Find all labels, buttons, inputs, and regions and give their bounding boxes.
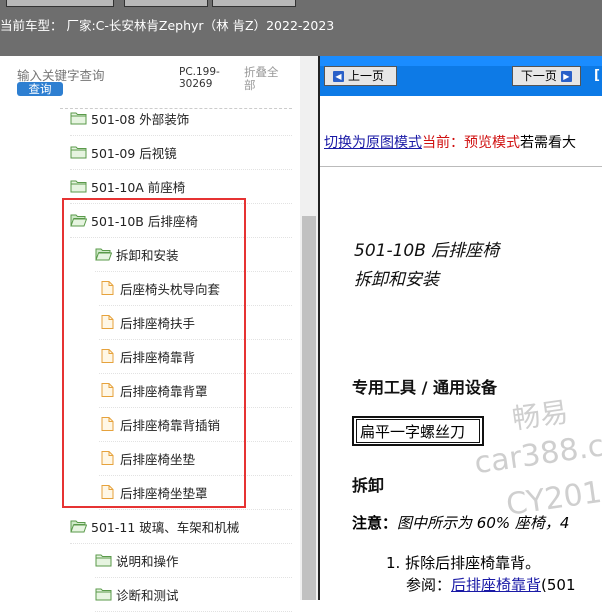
next-page-button[interactable]: 下一页 ▶ (512, 66, 581, 86)
tree-item[interactable]: 501-08 外部装饰 (70, 101, 189, 135)
step-1-reference: 参阅：后排座椅靠背(501 (406, 576, 576, 594)
folder-icon (95, 553, 116, 567)
top-toolbar-button[interactable] (6, 0, 114, 7)
folder-icon (70, 145, 91, 159)
switch-original-mode-link[interactable]: 切换为原图模式 (324, 135, 422, 151)
mode-line: 切换为原图模式当前：预览模式若需看大 (324, 135, 576, 151)
preview-mode-label: 预览模式 (464, 135, 520, 151)
search-button[interactable]: 查询 (17, 82, 63, 96)
removal-heading: 拆卸 (352, 476, 385, 495)
current-vehicle-model: 当前车型： 厂家:C-长安林肯Zephyr（林 肯Z）2022-2023 (0, 18, 335, 33)
folder-icon (70, 111, 91, 125)
tree-item[interactable]: 501-11 玻璃、车架和机械 (70, 509, 239, 543)
top-toolbar-button[interactable] (124, 0, 208, 7)
collapse-all-link[interactable]: 折叠全部 (244, 66, 284, 92)
scrollbar-thumb[interactable] (302, 216, 316, 600)
highlight-box (62, 198, 246, 508)
tree-item[interactable]: 501-09 后视镜 (70, 135, 177, 169)
tool-item-box: 扁平一字螺丝刀 (352, 416, 484, 446)
tools-heading: 专用工具 / 通用设备 (352, 378, 497, 397)
tree-item[interactable]: 说明和操作 (95, 543, 179, 577)
document-pane: ◀ 上一页 下一页 ▶ [ 切换为原图模式当前：预览模式若需看大 501-10B 后… (318, 56, 602, 600)
folder-open-icon (70, 519, 91, 533)
sidebar-scrollbar[interactable] (300, 56, 318, 600)
doc-title: 501-10B 后排座椅 (354, 241, 500, 261)
step-1: 1. 拆除后排座椅靠背。 (386, 554, 541, 572)
tool-item: 扁平一字螺丝刀 (356, 419, 480, 443)
watermark: 畅易 (510, 395, 571, 436)
divider (320, 166, 602, 167)
reference-link[interactable]: 后排座椅靠背 (451, 576, 541, 594)
arrow-left-icon: ◀ (333, 70, 344, 82)
folder-icon (95, 587, 116, 601)
watermark: car388.co (472, 425, 602, 482)
tree-item-label: 诊断和测试 (116, 587, 179, 603)
arrow-right-icon: ▶ (560, 70, 572, 82)
tree-item-label: 501-09 后视镜 (91, 145, 177, 161)
tree-item-label: 501-11 玻璃、车架和机械 (91, 519, 240, 535)
doc-subtitle: 拆卸和安装 (354, 270, 439, 290)
tree-item-label: 501-08 外部装饰 (91, 111, 190, 127)
tree-item-label: 说明和操作 (116, 553, 179, 569)
note: 注意：图中所示为 60% 座椅，4 (352, 514, 570, 532)
top-toolbar-button[interactable] (212, 0, 296, 7)
prev-page-button[interactable]: ◀ 上一页 (324, 66, 397, 86)
nav-bar: ◀ 上一页 下一页 ▶ [ (320, 56, 602, 96)
pc-code: PC.199- 30269 (179, 66, 220, 90)
tree-item-label: 501-10A 前座椅 (91, 179, 186, 195)
tree-item[interactable]: 诊断和测试 (95, 577, 179, 611)
nav-extra: [ (594, 68, 600, 83)
top-bar: 当前车型： 厂家:C-长安林肯Zephyr（林 肯Z）2022-2023 (0, 0, 602, 56)
folder-icon (70, 179, 91, 193)
